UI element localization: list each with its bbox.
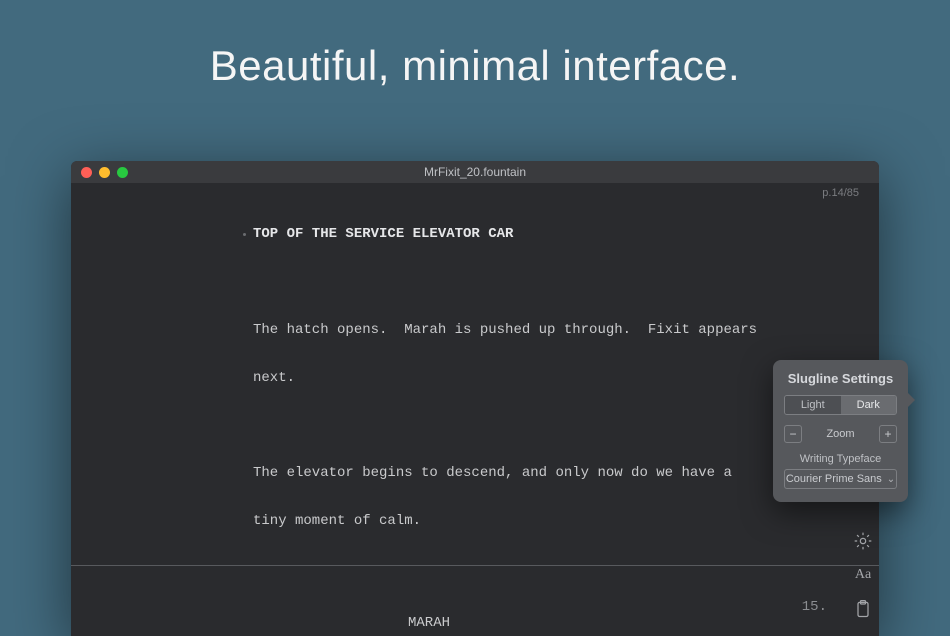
typography-icon[interactable]: Aa	[853, 567, 873, 583]
action-block: tiny moment of calm.	[251, 514, 879, 530]
action-block: The hatch opens. Marah is pushed up thro…	[251, 323, 879, 339]
character-cue: MARAH	[251, 616, 879, 632]
typeface-value: Courier Prime Sans	[786, 473, 882, 485]
typeface-label: Writing Typeface	[784, 453, 897, 465]
window-title: MrFixit_20.fountain	[71, 165, 879, 179]
popover-title: Slugline Settings	[784, 371, 897, 386]
hero-title: Beautiful, minimal interface.	[0, 42, 950, 90]
slugline: TOP OF THE SERVICE ELEVATOR CAR	[251, 227, 879, 243]
settings-popover: Slugline Settings Light Dark − Zoom + Wr…	[773, 360, 908, 502]
theme-light-button[interactable]: Light	[785, 396, 841, 414]
titlebar: MrFixit_20.fountain	[71, 161, 879, 183]
close-icon[interactable]	[81, 167, 92, 178]
editor[interactable]: p.14/85 TOP OF THE SERVICE ELEVATOR CAR …	[71, 183, 879, 636]
slugline-marker-icon	[243, 233, 246, 236]
clipboard-icon[interactable]	[853, 599, 873, 619]
chevron-down-icon: ⌄	[887, 474, 895, 485]
app-window: MrFixit_20.fountain p.14/85 TOP OF THE S…	[71, 161, 879, 636]
page-break	[71, 565, 879, 566]
minimize-icon[interactable]	[99, 167, 110, 178]
theme-dark-button[interactable]: Dark	[841, 396, 897, 414]
gear-icon[interactable]	[853, 531, 873, 551]
zoom-in-button[interactable]: +	[879, 425, 897, 443]
maximize-icon[interactable]	[117, 167, 128, 178]
zoom-label: Zoom	[808, 428, 873, 440]
zoom-out-button[interactable]: −	[784, 425, 802, 443]
zoom-controls: − Zoom +	[784, 425, 897, 443]
typeface-select[interactable]: Courier Prime Sans ⌄	[784, 469, 897, 489]
screenplay-text: TOP OF THE SERVICE ELEVATOR CAR The hatc…	[71, 183, 879, 636]
theme-segmented: Light Dark	[784, 395, 897, 415]
right-rail: Aa	[853, 531, 873, 636]
traffic-lights	[81, 167, 128, 178]
page-number: 15.	[802, 600, 827, 616]
